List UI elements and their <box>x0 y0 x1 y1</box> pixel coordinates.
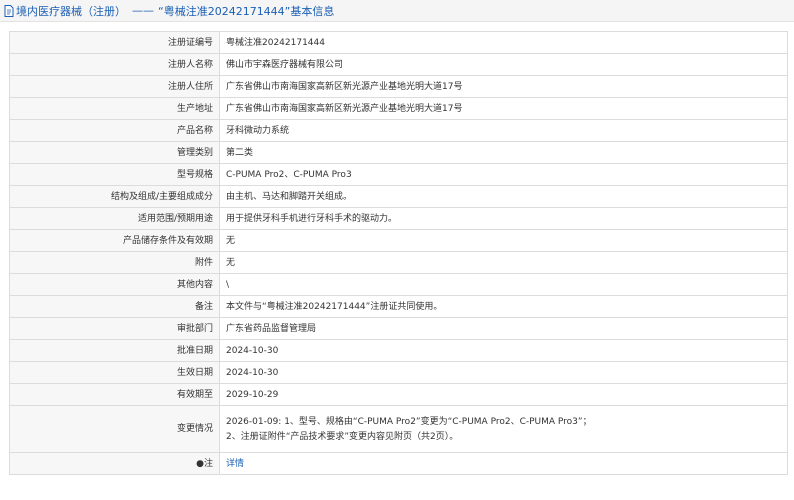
row-value: C-PUMA Pro2、C-PUMA Pro3 <box>219 163 788 186</box>
row-value: 无 <box>219 251 788 274</box>
page-header: 境内医疗器械（注册） —— “粤械注准20242171444”基本信息 <box>0 0 794 22</box>
row-label: 生产地址 <box>9 97 220 120</box>
table-row-note: ●注 详情 <box>9 452 788 475</box>
row-label: 注册人名称 <box>9 53 220 76</box>
table-row: 备注 本文件与“粤械注准20242171444”注册证共同使用。 <box>9 295 788 318</box>
change-line-1: 2026-01-09: 1、型号、规格由“C-PUMA Pro2”变更为“C-P… <box>226 416 592 427</box>
row-label: 生效日期 <box>9 361 220 384</box>
row-value: 2024-10-30 <box>219 361 788 384</box>
table-row: 批准日期 2024-10-30 <box>9 339 788 362</box>
row-value: 本文件与“粤械注准20242171444”注册证共同使用。 <box>219 295 788 318</box>
table-row: 生产地址 广东省佛山市南海国家高新区新光源产业基地光明大道17号 <box>9 97 788 120</box>
row-label: 批准日期 <box>9 339 220 362</box>
row-value: 广东省佛山市南海国家高新区新光源产业基地光明大道17号 <box>219 97 788 120</box>
info-table: 注册证编号 粤械注准20242171444 注册人名称 佛山市宇森医疗器械有限公司 注册… <box>9 31 788 475</box>
row-label-note: ●注 <box>9 452 220 475</box>
change-line-2: 2、注册证附件“产品技术要求”变更内容见附页（共2页）。 <box>226 431 459 442</box>
row-value: 2024-10-30 <box>219 339 788 362</box>
table-row: 注册人住所 广东省佛山市南海国家高新区新光源产业基地光明大道17号 <box>9 75 788 98</box>
row-label: 管理类别 <box>9 141 220 164</box>
row-value: \ <box>219 273 788 296</box>
header-section: 境内医疗器械（注册） <box>16 4 126 18</box>
note-marker: ● <box>196 458 204 469</box>
document-icon <box>4 4 14 17</box>
row-value-note: 详情 <box>219 452 788 475</box>
table-row: 注册证编号 粤械注准20242171444 <box>9 31 788 54</box>
row-value: 佛山市宇森医疗器械有限公司 <box>219 53 788 76</box>
row-value: 用于提供牙科手机进行牙科手术的驱动力。 <box>219 207 788 230</box>
header-separator: —— <box>132 4 154 17</box>
table-row: 适用范围/预期用途 用于提供牙科手机进行牙科手术的驱动力。 <box>9 207 788 230</box>
table-row: 注册人名称 佛山市宇森医疗器械有限公司 <box>9 53 788 76</box>
table-row: 其他内容 \ <box>9 273 788 296</box>
row-value: 牙科微动力系统 <box>219 119 788 142</box>
table-row: 附件无 <box>9 251 788 274</box>
table-row: 产品名称 牙科微动力系统 <box>9 119 788 142</box>
row-label: 审批部门 <box>9 317 220 340</box>
row-value: 第二类 <box>219 141 788 164</box>
row-label: 适用范围/预期用途 <box>9 207 220 230</box>
row-label: 结构及组成/主要组成成分 <box>9 185 220 208</box>
note-label: 注 <box>203 458 213 469</box>
row-label: 产品名称 <box>9 119 220 142</box>
row-value: 由主机、马达和脚踏开关组成。 <box>219 185 788 208</box>
row-label: 产品储存条件及有效期 <box>9 229 220 252</box>
table-row: 生效日期 2024-10-30 <box>9 361 788 384</box>
details-link[interactable]: 详情 <box>226 459 244 469</box>
table-row: 管理类别 第二类 <box>9 141 788 164</box>
row-value: 无 <box>219 229 788 252</box>
row-value: 2029-10-29 <box>219 383 788 406</box>
row-value: 粤械注准20242171444 <box>219 31 788 54</box>
row-label: 备注 <box>9 295 220 318</box>
table-row: 型号规格 C-PUMA Pro2、C-PUMA Pro3 <box>9 163 788 186</box>
row-value: 广东省药品监督管理局 <box>219 317 788 340</box>
row-value-change: 2026-01-09: 1、型号、规格由“C-PUMA Pro2”变更为“C-P… <box>219 405 788 453</box>
row-label: 其他内容 <box>9 273 220 296</box>
row-label: 变更情况 <box>9 405 220 453</box>
table-row: 结构及组成/主要组成成分 由主机、马达和脚踏开关组成。 <box>9 185 788 208</box>
row-label: 注册人住所 <box>9 75 220 98</box>
table-row: 产品储存条件及有效期无 <box>9 229 788 252</box>
row-label: 有效期至 <box>9 383 220 406</box>
table-row: 有效期至 2029-10-29 <box>9 383 788 406</box>
header-title: “粤械注准20242171444”基本信息 <box>158 4 335 18</box>
row-label: 型号规格 <box>9 163 220 186</box>
row-label: 注册证编号 <box>9 31 220 54</box>
row-label: 附件 <box>9 251 220 274</box>
row-value: 广东省佛山市南海国家高新区新光源产业基地光明大道17号 <box>219 75 788 98</box>
table-row-change: 变更情况 2026-01-09: 1、型号、规格由“C-PUMA Pro2”变更… <box>9 405 788 453</box>
table-row: 审批部门 广东省药品监督管理局 <box>9 317 788 340</box>
